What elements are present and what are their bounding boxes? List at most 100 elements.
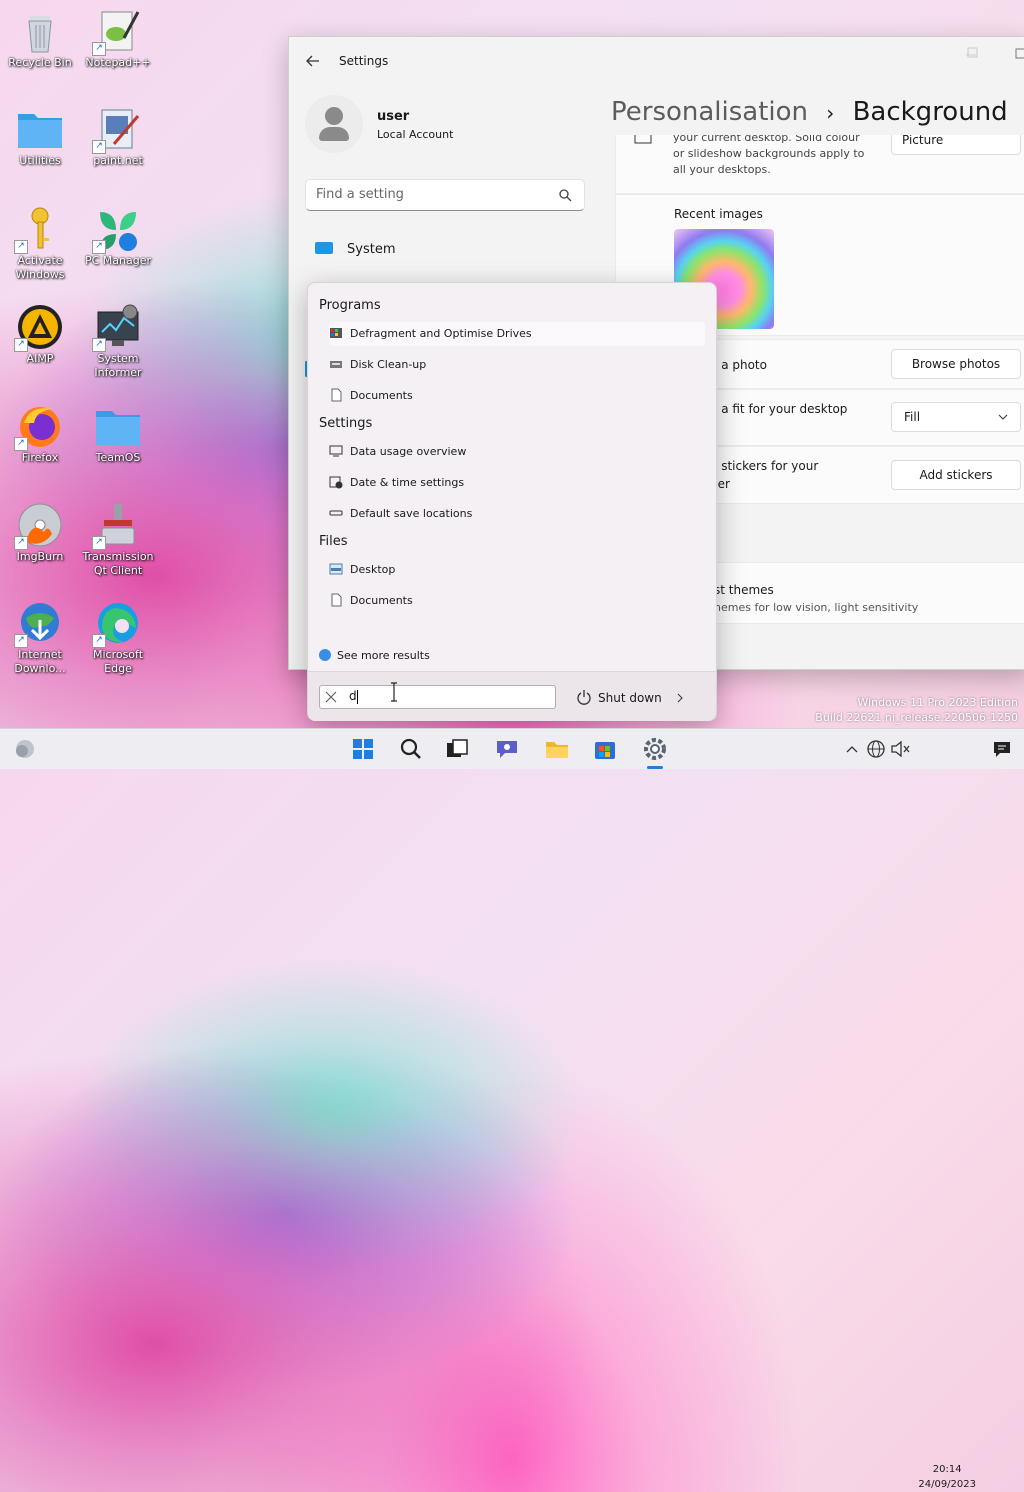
maximize-button[interactable]: [1011, 43, 1024, 63]
start-search-flyout: Programs Defragment and Optimise Drives …: [307, 282, 717, 721]
shut-down-button[interactable]: Shut down: [576, 689, 684, 705]
pc-manager-icon: ↗: [92, 206, 142, 254]
breadcrumb-parent[interactable]: Personalisation: [611, 97, 808, 127]
browse-photos-button[interactable]: Browse photos: [891, 349, 1021, 379]
microsoft-store-icon[interactable]: [592, 737, 618, 761]
desktop-icon-paintnet[interactable]: ↗ paint.net: [78, 106, 158, 168]
desktop-icon-recycle-bin[interactable]: Recycle Bin: [0, 8, 80, 70]
settings-taskbar-icon[interactable]: [642, 737, 668, 761]
clock-time: 20:14: [932, 1464, 962, 1475]
document-icon: [329, 387, 343, 402]
weather-widget-icon[interactable]: [12, 737, 38, 761]
background-description: your current desktop. Solid colour or sl…: [673, 135, 865, 176]
nav-item-system[interactable]: System: [315, 242, 395, 257]
choose-photo-label: e a photo: [710, 358, 767, 372]
desktop-icon-system-informer[interactable]: ↗ System Informer: [78, 304, 158, 380]
background-type-dropdown[interactable]: Picture: [891, 135, 1021, 155]
start-button[interactable]: [350, 737, 376, 761]
shut-down-label: Shut down: [598, 691, 662, 705]
shortcut-arrow-icon: ↗: [92, 634, 106, 648]
volume-muted-icon[interactable]: [888, 737, 914, 761]
result-label: Data usage overview: [350, 445, 467, 458]
edge-icon: ↗: [92, 600, 142, 648]
breadcrumb-separator: ›: [826, 101, 835, 125]
find-setting-input[interactable]: Find a setting: [305, 179, 585, 211]
start-search-value: d: [349, 689, 357, 703]
desktop-icon-label: paint.net: [93, 154, 143, 167]
search-icon: [559, 189, 572, 202]
desktop-icon-label: Utilities: [19, 154, 61, 167]
breadcrumb: Personalisation › Background: [611, 97, 1008, 127]
globe-search-icon: [319, 649, 331, 661]
disk-cleanup-icon: [329, 356, 343, 370]
result-documents-program[interactable]: Documents: [329, 384, 705, 408]
desktop-icon-notepadpp[interactable]: ↗ Notepad++: [78, 8, 158, 70]
desktop-icon-internet-download[interactable]: ↗ Internet Downlo...: [0, 600, 80, 676]
desktop-icon-label: TeamOS: [95, 451, 141, 464]
back-arrow-icon[interactable]: [305, 53, 321, 69]
nav-item-system-label: System: [347, 242, 396, 257]
network-globe-icon[interactable]: [864, 737, 890, 761]
aimp-icon: ↗: [14, 304, 64, 352]
settings-header: Settings: [319, 416, 373, 431]
desktop-icon-transmission[interactable]: ↗ Transmission Qt Client: [78, 502, 158, 578]
desktop-icon-label: AIMP: [26, 352, 54, 365]
task-view-icon[interactable]: [444, 737, 470, 761]
desktop-icon-label: Notepad++: [85, 56, 151, 69]
clock-date: 24/09/2023: [918, 1479, 976, 1490]
chat-icon[interactable]: [494, 737, 520, 761]
taskbar-search-icon[interactable]: [398, 737, 424, 761]
desktop-icon-activate-windows[interactable]: ↗ Activate Windows: [0, 206, 80, 282]
desktop-icon-teamos[interactable]: TeamOS: [78, 403, 158, 465]
close-icon[interactable]: [325, 691, 337, 703]
result-documents-file[interactable]: Documents: [329, 589, 705, 613]
result-label: Default save locations: [350, 507, 473, 520]
desktop-icon-pc-manager[interactable]: ↗ PC Manager: [78, 206, 158, 268]
watermark-line1: Windows 11 Pro 2023 Edition: [857, 696, 1018, 709]
result-label: Desktop: [350, 563, 396, 576]
user-avatar-icon[interactable]: [305, 95, 363, 153]
programs-header: Programs: [319, 298, 381, 313]
breadcrumb-current: Background: [852, 97, 1008, 127]
internet-download-icon: ↗: [14, 600, 64, 648]
notifications-icon[interactable]: [990, 737, 1016, 761]
desktop-icon-label: PC Manager: [84, 254, 152, 267]
result-desktop[interactable]: Desktop: [329, 558, 705, 582]
result-disk-cleanup[interactable]: Disk Clean-up: [329, 353, 705, 377]
add-stickers-button[interactable]: Add stickers: [891, 460, 1021, 490]
shortcut-arrow-icon: ↗: [14, 437, 28, 451]
system-clock[interactable]: 20:14 24/09/2023: [918, 1462, 976, 1492]
desktop-icon-utilities[interactable]: Utilities: [0, 106, 80, 168]
fit-dropdown[interactable]: Fill: [891, 402, 1021, 432]
see-more-results-link[interactable]: See more results: [319, 649, 430, 662]
result-data-usage[interactable]: Data usage overview: [329, 440, 705, 464]
shortcut-arrow-icon: ↗: [92, 536, 106, 550]
document-icon: [329, 592, 343, 607]
text-cursor-icon: [391, 682, 397, 702]
chevron-right-icon: [677, 693, 683, 703]
desktop-icon-label: Activate Windows: [15, 254, 65, 281]
desktop-icon-edge[interactable]: ↗ Microsoft Edge: [78, 600, 158, 676]
recent-images-label: Recent images: [674, 207, 763, 221]
result-date-time[interactable]: Date & time settings: [329, 471, 705, 495]
defrag-icon: [329, 325, 343, 339]
contrast-themes-description: hemes for low vision, light sensitivity: [714, 601, 919, 614]
drive-icon: [329, 505, 343, 519]
see-more-label: See more results: [337, 649, 430, 662]
desktop-icon-label: Firefox: [21, 451, 59, 464]
fit-dropdown-value: Fill: [904, 410, 921, 424]
desktop-icon-aimp[interactable]: ↗ AIMP: [0, 304, 80, 366]
result-defragment[interactable]: Defragment and Optimise Drives: [329, 322, 705, 346]
start-search-input[interactable]: d: [319, 685, 556, 709]
file-explorer-icon[interactable]: [544, 737, 570, 761]
desktop-icon-firefox[interactable]: ↗ Firefox: [0, 403, 80, 465]
imgburn-icon: ↗: [14, 502, 64, 550]
desktop-icon-label: System Informer: [94, 352, 142, 379]
desktop-icon-imgburn[interactable]: ↗ ImgBurn: [0, 502, 80, 564]
result-label: Defragment and Optimise Drives: [350, 327, 532, 340]
windows-edition-watermark: Windows 11 Pro 2023 Edition Build 22621.…: [815, 695, 1018, 725]
shortcut-arrow-icon: ↗: [14, 338, 28, 352]
restore-button[interactable]: [963, 43, 983, 63]
result-default-save[interactable]: Default save locations: [329, 502, 705, 526]
background-card: your current desktop. Solid colour or sl…: [615, 135, 1024, 194]
